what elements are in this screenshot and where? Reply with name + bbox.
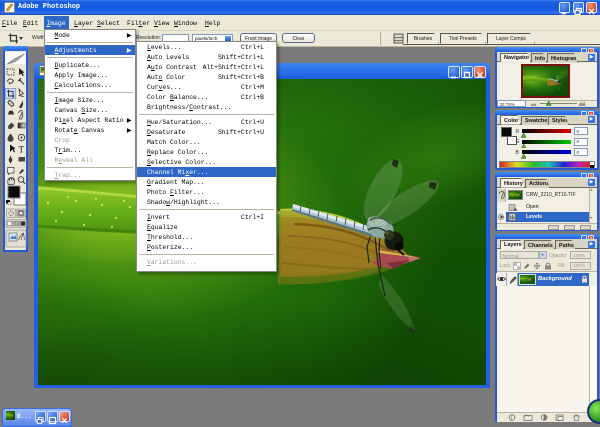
svg-text:T: T — [19, 145, 25, 155]
